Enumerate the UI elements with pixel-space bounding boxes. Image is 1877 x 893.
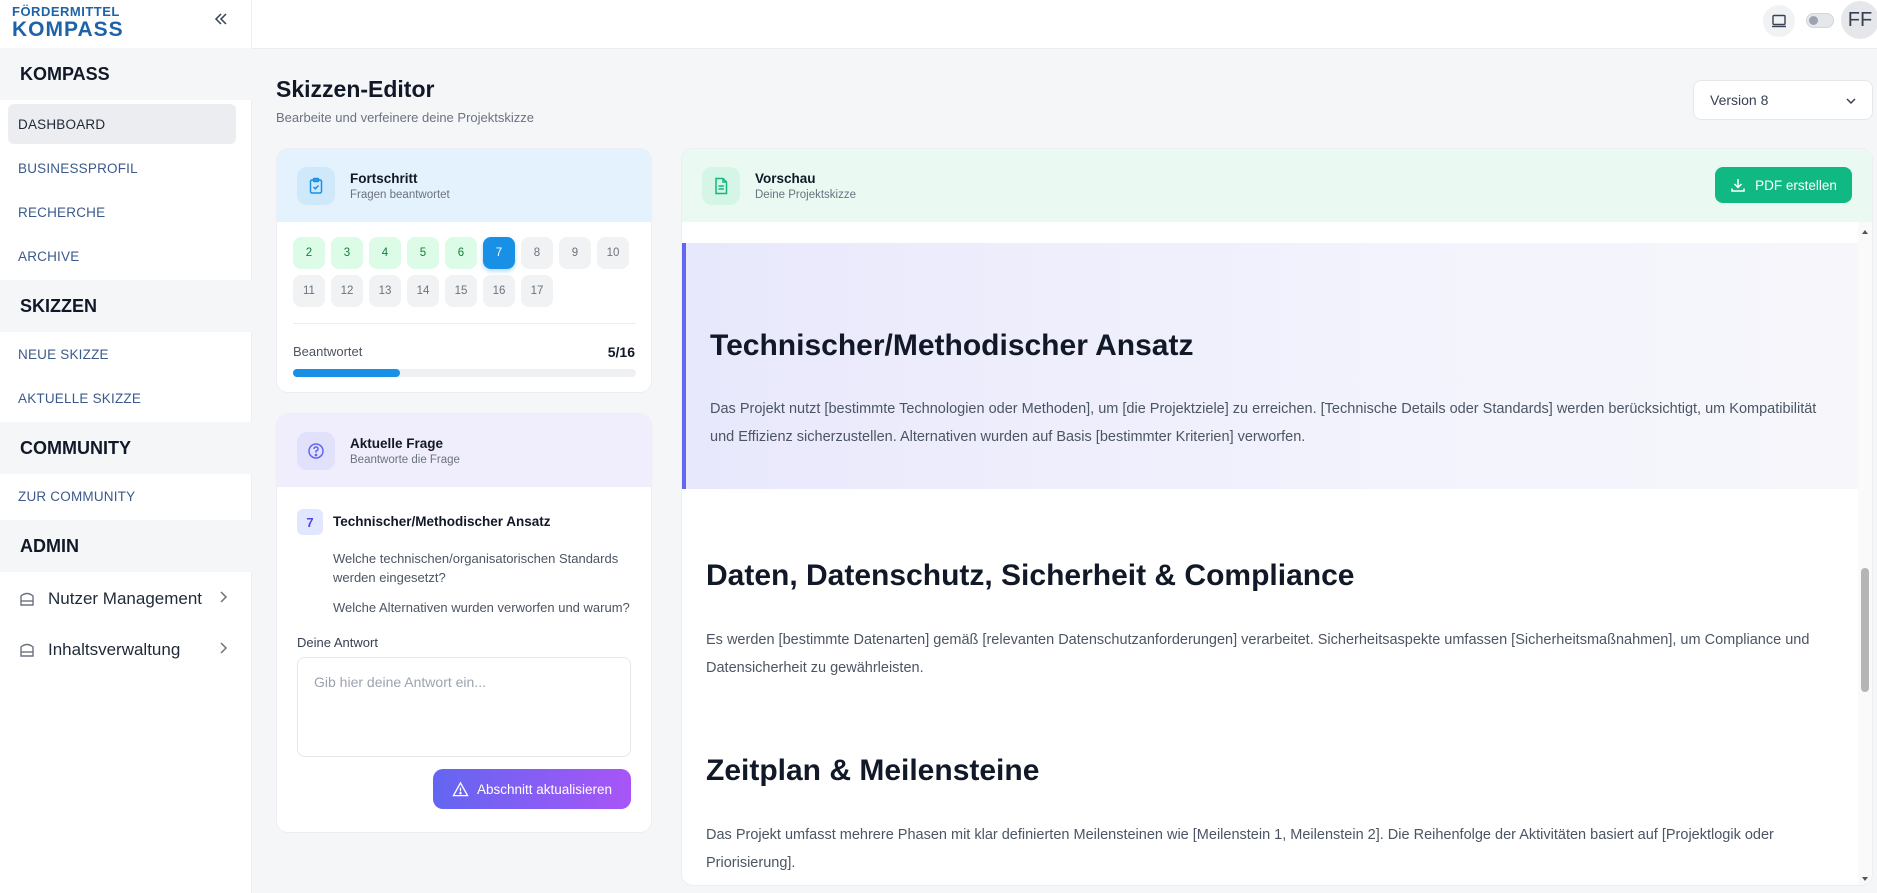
sidebar-item-nutzer-management[interactable]: Nutzer Management xyxy=(18,581,228,617)
sidebar-item-recherche[interactable]: RECHERCHE xyxy=(8,192,236,232)
section-community: COMMUNITY xyxy=(0,422,252,474)
progress-bar-fill xyxy=(293,369,401,377)
section-kompass: KOMPASS xyxy=(0,48,252,100)
question-button[interactable]: 4 xyxy=(369,237,401,269)
question-button[interactable]: 7 xyxy=(483,237,515,269)
preview-heading-2: Daten, Datenschutz, Sicherheit & Complia… xyxy=(706,559,1355,592)
document-icon xyxy=(702,166,740,205)
question-button[interactable]: 9 xyxy=(559,237,591,269)
preview-heading-3: Zeitplan & Meilensteine xyxy=(706,754,1040,787)
question-card-header: Aktuelle Frage Beantworte die Frage xyxy=(277,414,651,487)
preview-text-3: Das Projekt umfasst mehrere Phasen mit k… xyxy=(706,827,1774,871)
preview-heading-1: Technischer/Methodischer Ansatz xyxy=(710,329,1194,362)
user-icon xyxy=(18,590,36,608)
version-select[interactable]: Version 8 xyxy=(1693,80,1873,120)
section-skizzen: SKIZZEN xyxy=(0,280,252,332)
warning-icon xyxy=(452,781,469,796)
sidebar-item-neue-skizze[interactable]: NEUE SKIZZE xyxy=(8,334,236,374)
display-mode-button[interactable] xyxy=(1763,5,1795,37)
progress-card-header: Fortschritt Fragen beantwortet xyxy=(277,149,651,222)
update-section-label: Abschnitt aktualisieren xyxy=(476,781,613,797)
create-pdf-button[interactable]: PDF erstellen xyxy=(1715,167,1852,203)
question-button[interactable]: 13 xyxy=(369,275,401,307)
chevron-down-icon xyxy=(1846,98,1856,105)
preview-card-header: Vorschau Deine Projektskizze PDF erstell… xyxy=(682,149,1872,222)
answer-label: Deine Antwort xyxy=(297,635,378,650)
question-title: Technischer/Methodischer Ansatz xyxy=(333,514,551,529)
sidebar-item-label: Nutzer Management xyxy=(48,589,203,608)
brand-logo[interactable]: FÖRDERMITTEL KOMPASS xyxy=(12,5,124,40)
question-button[interactable]: 3 xyxy=(331,237,363,269)
question-button[interactable]: 5 xyxy=(407,237,439,269)
section-admin: ADMIN xyxy=(0,520,252,572)
question-button[interactable]: 11 xyxy=(293,275,325,307)
scrollbar-thumb[interactable] xyxy=(1861,568,1869,692)
divider xyxy=(293,323,636,324)
sidebar-item-zur-community[interactable]: ZUR COMMUNITY xyxy=(8,476,236,516)
question-button[interactable]: 6 xyxy=(445,237,477,269)
preview-card-subtitle: Deine Projektskizze xyxy=(755,188,856,201)
sidebar-item-label: Inhaltsverwaltung xyxy=(48,640,181,659)
content-icon xyxy=(18,641,36,659)
answer-input[interactable] xyxy=(297,657,631,757)
page-title: Skizzen-Editor xyxy=(276,76,435,102)
progress-card-subtitle: Fragen beantwortet xyxy=(350,188,450,201)
scroll-down-arrow-icon xyxy=(1862,877,1868,881)
sidebar-item-aktuelle-skizze[interactable]: AKTUELLE SKIZZE xyxy=(8,378,236,418)
question-prompt-1: Welche technischen/organisatorischen Sta… xyxy=(333,551,619,585)
update-section-button[interactable]: Abschnitt aktualisieren xyxy=(433,769,631,809)
clipboard-check-icon xyxy=(297,166,335,205)
answered-label: Beantwortet xyxy=(293,344,363,359)
brand-line1: FÖRDERMITTEL xyxy=(12,4,120,19)
progress-card-title: Fortschritt xyxy=(350,170,418,186)
question-button[interactable]: 12 xyxy=(331,275,363,307)
download-icon xyxy=(1731,179,1745,192)
preview-card: Vorschau Deine Projektskizze PDF erstell… xyxy=(681,148,1873,886)
scroll-up-arrow-icon xyxy=(1862,230,1868,234)
question-card-subtitle: Beantworte die Frage xyxy=(350,453,460,466)
sidebar-item-businessprofil[interactable]: BUSINESSPROFIL xyxy=(8,148,236,188)
question-circle-icon xyxy=(297,431,335,470)
sidebar-item-inhaltsverwaltung[interactable]: Inhaltsverwaltung xyxy=(18,632,228,668)
question-button[interactable]: 17 xyxy=(521,275,553,307)
question-button[interactable]: 15 xyxy=(445,275,477,307)
question-button[interactable]: 16 xyxy=(483,275,515,307)
preview-section-highlighted xyxy=(682,243,1858,489)
sidebar-item-archive[interactable]: ARCHIVE xyxy=(8,236,236,276)
question-button[interactable]: 2 xyxy=(293,237,325,269)
question-prompt-2: Welche Alternativen wurden verworfen und… xyxy=(333,600,630,615)
answered-count: 5/16 xyxy=(607,344,635,360)
double-chevron-left-icon xyxy=(214,13,227,25)
create-pdf-label: PDF erstellen xyxy=(1755,177,1837,193)
version-select-value: Version 8 xyxy=(1710,92,1769,108)
question-button[interactable]: 14 xyxy=(407,275,439,307)
preview-card-title: Vorschau xyxy=(755,170,816,186)
question-number-badge: 7 xyxy=(297,509,323,535)
theme-toggle[interactable] xyxy=(1806,13,1834,28)
question-card: Aktuelle Frage Beantworte die Frage 7 Te… xyxy=(276,413,652,833)
avatar[interactable]: FF xyxy=(1841,1,1877,39)
topbar: FF xyxy=(252,0,1877,49)
chevron-right-icon xyxy=(220,591,228,603)
page-subtitle: Bearbeite und verfeinere deine Projektsk… xyxy=(276,110,534,125)
preview-text-1: Das Projekt nutzt [bestimmte Technologie… xyxy=(710,401,1817,445)
progress-bar xyxy=(293,369,636,377)
chevron-right-icon xyxy=(220,642,228,654)
sidebar-item-dashboard[interactable]: DASHBOARD xyxy=(8,104,236,144)
progress-card: Fortschritt Fragen beantwortet 234567891… xyxy=(276,148,652,393)
collapse-sidebar-button[interactable] xyxy=(210,8,232,30)
monitor-icon xyxy=(1772,14,1786,28)
preview-scrollbar[interactable] xyxy=(1858,222,1872,885)
question-card-title: Aktuelle Frage xyxy=(350,435,444,451)
preview-text-2: Es werden [bestimmte Datenarten] gemäß [… xyxy=(706,632,1810,676)
sidebar: FÖRDERMITTEL KOMPASS KOMPASS DASHBOARD B… xyxy=(0,0,252,893)
question-button[interactable]: 10 xyxy=(597,237,629,269)
brand-line2: KOMPASS xyxy=(12,18,124,41)
question-button[interactable]: 8 xyxy=(521,237,553,269)
